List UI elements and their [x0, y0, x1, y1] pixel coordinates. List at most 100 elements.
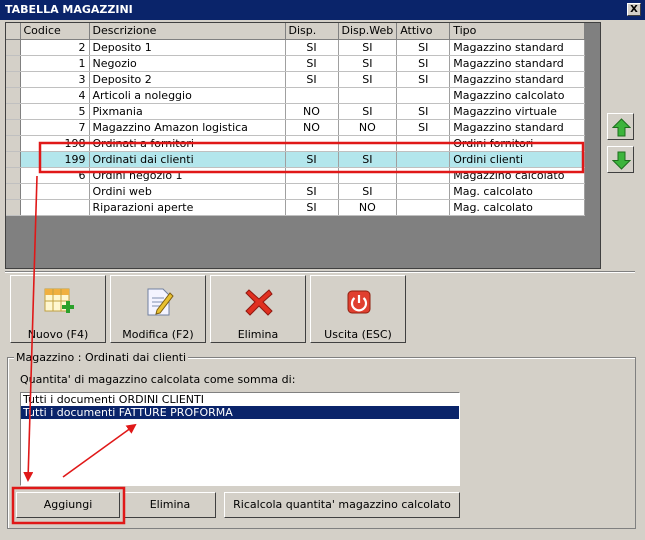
table-row[interactable]: 199 Ordinati dai clienti SI SI Ordini client… — [6, 151, 586, 168]
column-header[interactable]: Disp. — [285, 23, 339, 40]
table-cell[interactable]: SI — [338, 151, 398, 168]
table-cell[interactable]: 4 — [20, 87, 90, 104]
table-cell[interactable] — [396, 199, 451, 216]
table-cell[interactable]: Mag. calcolato — [449, 199, 586, 216]
table-cell[interactable]: Articoli a noleggio — [89, 87, 286, 104]
table-cell[interactable]: SI — [285, 151, 339, 168]
table-cell[interactable]: Negozio — [89, 55, 286, 72]
table-cell[interactable]: SI — [338, 183, 398, 200]
table-cell[interactable]: Magazzino calcolato — [449, 87, 586, 104]
table-cell[interactable]: Ordini fornitori — [449, 135, 586, 152]
table-row[interactable]: 1 Negozio SI SI SI Magazzino standard — [6, 55, 586, 72]
list-item[interactable]: Tutti i documenti FATTURE PROFORMA — [21, 406, 459, 419]
table-cell[interactable]: NO — [285, 119, 339, 136]
exit-button[interactable]: Uscita (ESC) — [310, 275, 406, 343]
table-cell[interactable]: SI — [338, 55, 398, 72]
table-cell[interactable]: SI — [338, 103, 398, 120]
table-cell[interactable]: SI — [285, 183, 339, 200]
remove-button[interactable]: Elimina — [124, 492, 216, 518]
table-cell[interactable]: Magazzino virtuale — [449, 103, 586, 120]
table-cell[interactable] — [20, 199, 90, 216]
table-cell[interactable]: Ordini negozio 1 — [89, 167, 286, 184]
table-cell[interactable]: SI — [396, 119, 451, 136]
table-cell[interactable]: Magazzino Amazon logistica — [89, 119, 286, 136]
table-cell[interactable] — [338, 135, 398, 152]
table-cell[interactable]: SI — [285, 55, 339, 72]
column-header[interactable]: Codice — [20, 23, 90, 40]
table-row[interactable]: Ordini web SI SI Mag. calcolato — [6, 183, 586, 200]
table-row[interactable]: 4 Articoli a noleggio Magazzino calcolato — [6, 87, 586, 104]
table-cell[interactable]: 198 — [20, 135, 90, 152]
table-cell[interactable]: SI — [338, 39, 398, 56]
row-indicator[interactable] — [6, 39, 21, 56]
table-row[interactable]: 7 Magazzino Amazon logistica NO NO SI Magazzi… — [6, 119, 586, 136]
add-button[interactable]: Aggiungi — [16, 492, 120, 518]
table-cell[interactable]: Magazzino standard — [449, 39, 586, 56]
move-up-button[interactable] — [607, 113, 634, 140]
table-cell[interactable]: SI — [285, 199, 339, 216]
table-cell[interactable]: NO — [338, 199, 398, 216]
table-cell[interactable]: Ordinati a fornitori — [89, 135, 286, 152]
table-cell[interactable]: Pixmania — [89, 103, 286, 120]
column-header[interactable]: Disp.Web — [338, 23, 398, 40]
row-indicator[interactable] — [6, 135, 21, 152]
table-cell[interactable] — [396, 135, 451, 152]
table-row[interactable]: Riparazioni aperte SI NO Mag. calcolato — [6, 199, 586, 216]
table-cell[interactable]: 7 — [20, 119, 90, 136]
table-cell[interactable]: 6 — [20, 167, 90, 184]
row-indicator[interactable] — [6, 55, 21, 72]
table-cell[interactable]: 5 — [20, 103, 90, 120]
row-indicator[interactable] — [6, 151, 21, 168]
table-row[interactable]: 5 Pixmania NO SI SI Magazzino virtuale — [6, 103, 586, 120]
sources-listbox[interactable]: Tutti i documenti ORDINI CLIENTI Tutti i… — [20, 392, 460, 486]
row-indicator[interactable] — [6, 119, 21, 136]
table-cell[interactable] — [285, 135, 339, 152]
row-indicator[interactable] — [6, 71, 21, 88]
table-cell[interactable]: NO — [338, 119, 398, 136]
table-cell[interactable]: NO — [285, 103, 339, 120]
edit-button[interactable]: Modifica (F2) — [110, 275, 206, 343]
table-cell[interactable]: 3 — [20, 71, 90, 88]
table-cell[interactable] — [285, 87, 339, 104]
table-cell[interactable]: 1 — [20, 55, 90, 72]
list-item[interactable]: Tutti i documenti ORDINI CLIENTI — [21, 393, 459, 406]
table-row[interactable]: 198 Ordinati a fornitori Ordini fornitori — [6, 135, 586, 152]
table-cell[interactable]: Ordini web — [89, 183, 286, 200]
column-header[interactable]: Attivo — [396, 23, 451, 40]
table-cell[interactable] — [285, 167, 339, 184]
table-cell[interactable] — [396, 87, 451, 104]
row-indicator[interactable] — [6, 183, 21, 200]
table-cell[interactable]: SI — [396, 71, 451, 88]
table-cell[interactable] — [396, 183, 451, 200]
close-button[interactable]: X — [627, 3, 641, 16]
table-cell[interactable]: Magazzino standard — [449, 55, 586, 72]
table-cell[interactable]: SI — [396, 39, 451, 56]
table-cell[interactable]: SI — [396, 103, 451, 120]
table-cell[interactable]: Mag. calcolato — [449, 183, 586, 200]
table-cell[interactable]: Riparazioni aperte — [89, 199, 286, 216]
table-cell[interactable]: SI — [285, 39, 339, 56]
move-down-button[interactable] — [607, 146, 634, 173]
table-cell[interactable]: Ordinati dai clienti — [89, 151, 286, 168]
table-cell[interactable]: Deposito 1 — [89, 39, 286, 56]
table-cell[interactable]: SI — [396, 55, 451, 72]
row-indicator[interactable] — [6, 199, 21, 216]
table-row[interactable]: 3 Deposito 2 SI SI SI Magazzino standard — [6, 71, 586, 88]
table-cell[interactable]: 199 — [20, 151, 90, 168]
row-indicator[interactable] — [6, 167, 21, 184]
table-cell[interactable]: Magazzino calcolato — [449, 167, 586, 184]
table-cell[interactable]: Magazzino standard — [449, 119, 586, 136]
table-cell[interactable]: 2 — [20, 39, 90, 56]
table-cell[interactable] — [338, 167, 398, 184]
new-button[interactable]: Nuovo (F4) — [10, 275, 106, 343]
table-cell[interactable] — [20, 183, 90, 200]
table-row[interactable]: 6 Ordini negozio 1 Magazzino calcolato — [6, 167, 586, 184]
table-cell[interactable]: SI — [338, 71, 398, 88]
table-cell[interactable] — [396, 151, 451, 168]
column-header[interactable]: Descrizione — [89, 23, 286, 40]
delete-button[interactable]: Elimina — [210, 275, 306, 343]
table-row[interactable]: 2 Deposito 1 SI SI SI Magazzino standard — [6, 39, 586, 56]
row-indicator[interactable] — [6, 87, 21, 104]
table-cell[interactable]: SI — [285, 71, 339, 88]
table-cell[interactable]: Magazzino standard — [449, 71, 586, 88]
